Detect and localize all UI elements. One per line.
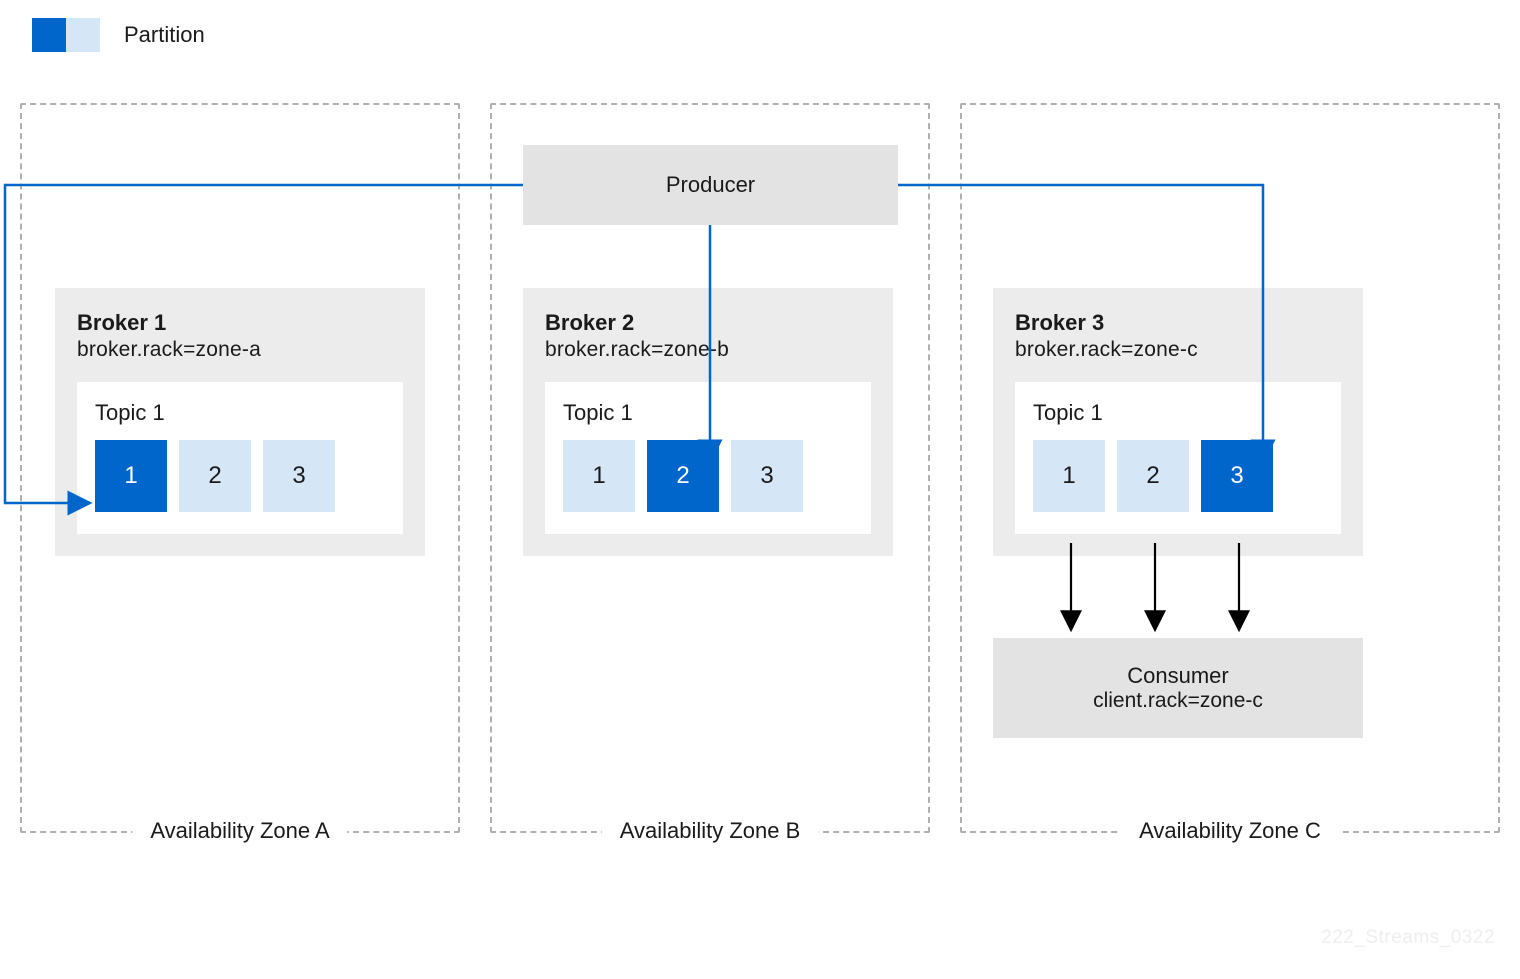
broker-2-partition-1: 1 bbox=[563, 440, 635, 512]
consumer-box: Consumer client.rack=zone-c bbox=[993, 638, 1363, 738]
broker-2-topic-title: Topic 1 bbox=[563, 400, 853, 426]
zone-a-label: Availability Zone A bbox=[132, 818, 347, 844]
broker-3-partition-1: 1 bbox=[1033, 440, 1105, 512]
broker-3-partitions: 1 2 3 bbox=[1033, 440, 1323, 512]
zone-b-label: Availability Zone B bbox=[602, 818, 819, 844]
legend-swatch-active bbox=[32, 18, 66, 52]
legend-label: Partition bbox=[124, 22, 205, 48]
legend-swatch-inactive bbox=[66, 18, 100, 52]
broker-3-rack: broker.rack=zone-c bbox=[1015, 338, 1341, 362]
broker-1-topic: Topic 1 1 2 3 bbox=[77, 382, 403, 534]
broker-2-title: Broker 2 bbox=[545, 310, 871, 336]
consumer-rack: client.rack=zone-c bbox=[1093, 689, 1263, 713]
broker-2-partition-3: 3 bbox=[731, 440, 803, 512]
broker-3-topic-title: Topic 1 bbox=[1033, 400, 1323, 426]
broker-2-partitions: 1 2 3 bbox=[563, 440, 853, 512]
broker-1-partitions: 1 2 3 bbox=[95, 440, 385, 512]
broker-1-partition-1: 1 bbox=[95, 440, 167, 512]
broker-1: Broker 1 broker.rack=zone-a Topic 1 1 2 … bbox=[55, 288, 425, 556]
watermark: 222_Streams_0322 bbox=[1321, 927, 1495, 949]
broker-3-partition-3: 3 bbox=[1201, 440, 1273, 512]
producer-label: Producer bbox=[666, 172, 755, 198]
broker-1-title: Broker 1 bbox=[77, 310, 403, 336]
broker-2: Broker 2 broker.rack=zone-b Topic 1 1 2 … bbox=[523, 288, 893, 556]
broker-2-rack: broker.rack=zone-b bbox=[545, 338, 871, 362]
broker-3-partition-2: 2 bbox=[1117, 440, 1189, 512]
broker-2-partition-2: 2 bbox=[647, 440, 719, 512]
broker-1-topic-title: Topic 1 bbox=[95, 400, 385, 426]
broker-3: Broker 3 broker.rack=zone-c Topic 1 1 2 … bbox=[993, 288, 1363, 556]
legend: Partition bbox=[32, 18, 205, 52]
broker-1-partition-2: 2 bbox=[179, 440, 251, 512]
consumer-title: Consumer bbox=[1127, 663, 1228, 689]
broker-3-title: Broker 3 bbox=[1015, 310, 1341, 336]
zone-c-label: Availability Zone C bbox=[1121, 818, 1339, 844]
broker-1-rack: broker.rack=zone-a bbox=[77, 338, 403, 362]
broker-1-partition-3: 3 bbox=[263, 440, 335, 512]
broker-2-topic: Topic 1 1 2 3 bbox=[545, 382, 871, 534]
broker-3-topic: Topic 1 1 2 3 bbox=[1015, 382, 1341, 534]
producer-box: Producer bbox=[523, 145, 898, 225]
